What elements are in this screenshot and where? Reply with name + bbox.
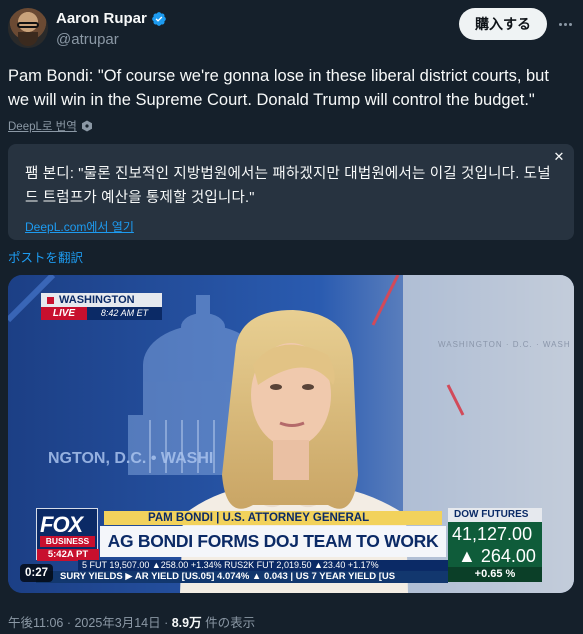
author-name-row: Aaron Rupar: [56, 10, 167, 27]
location-label: WASHINGTON: [41, 293, 162, 307]
close-icon[interactable]: ✕: [552, 150, 566, 164]
ticker-bottom: SURY YIELDS ▶ AR YIELD [US.05] 4.074% ▲ …: [36, 571, 448, 583]
translation-box: 팸 본디: "물론 진보적인 지방법원에서는 패하겠지만 대법원에서는 이길 것…: [8, 144, 574, 240]
news-headline: AG BONDI FORMS DOJ TEAM TO WORK WITH DOG…: [100, 526, 446, 582]
deepl-icon: [81, 120, 92, 132]
ticker-top: 5 FUT 19,507.00 ▲258.00 +1.34% RUS2K FUT…: [78, 560, 448, 571]
translation-text: 팸 본디: "물론 진보적인 지방법원에서는 패하겠지만 대법원에서는 이길 것…: [25, 166, 551, 206]
video-duration: 0:27: [20, 564, 54, 582]
network-name: FOX: [40, 512, 83, 537]
speaker-name-bar: PAM BONDI | U.S. ATTORNEY GENERAL: [104, 511, 442, 525]
live-time: 8:42 AM ET: [87, 307, 162, 320]
author-name[interactable]: Aaron Rupar: [56, 10, 147, 27]
views-count: 8.9万: [171, 616, 202, 630]
deepl-open-link[interactable]: DeepL.com에서 열기: [25, 218, 134, 235]
translate-post-link[interactable]: ポストを翻訳: [8, 247, 83, 266]
avatar-glasses: [17, 22, 39, 28]
video-player[interactable]: WASHINGTON · D.C. · WASH NGTON, D.C. • W…: [8, 275, 574, 593]
dow-value: 41,127.00: [452, 524, 533, 544]
live-badge: LIVE: [41, 307, 87, 320]
dow-label: DOW FUTURES: [448, 508, 542, 522]
tweet-text: Pam Bondi: "Of course we're gonna lose i…: [8, 67, 549, 109]
location-tag: WASHINGTON LIVE 8:42 AM ET: [41, 293, 162, 321]
views-label: 件の表示: [201, 616, 256, 630]
timestamp[interactable]: 午後11:06 · 2025年3月14日 ·: [8, 616, 172, 630]
subscribe-button[interactable]: 購入する: [459, 8, 547, 40]
verified-badge-icon: [152, 11, 166, 26]
network-logo: FOX BUSINESS 5:42A PT: [36, 508, 99, 561]
tweet-meta: 午後11:06 · 2025年3月14日 · 8.9万 件の表示: [8, 612, 255, 631]
news-lower-third: FOX BUSINESS 5:42A PT PAM BONDI | U.S. A…: [36, 508, 546, 585]
more-options-icon[interactable]: [555, 16, 575, 32]
avatar[interactable]: [8, 8, 48, 48]
dow-change: ▲ 264.00: [458, 546, 536, 566]
deepl-translate-label[interactable]: DeepL로 번역: [8, 118, 77, 134]
author-handle[interactable]: @atrupar: [56, 31, 119, 48]
translation-attribution: DeepL로 번역: [8, 118, 93, 134]
svg-text:WASHINGTON · D.C. · WASH: WASHINGTON · D.C. · WASH: [438, 340, 571, 349]
network-sub: BUSINESS: [40, 536, 95, 547]
dow-futures-box: DOW FUTURES 41,127.00 ▲ 264.00 +0.65 %: [448, 508, 542, 582]
avatar-beard: [18, 32, 38, 46]
backdrop-text: NGTON, D.C. • WASHI: [48, 450, 213, 467]
dow-percent: +0.65 %: [448, 567, 542, 582]
tweet-header: Aaron Rupar @atrupar 購入する: [8, 6, 575, 50]
